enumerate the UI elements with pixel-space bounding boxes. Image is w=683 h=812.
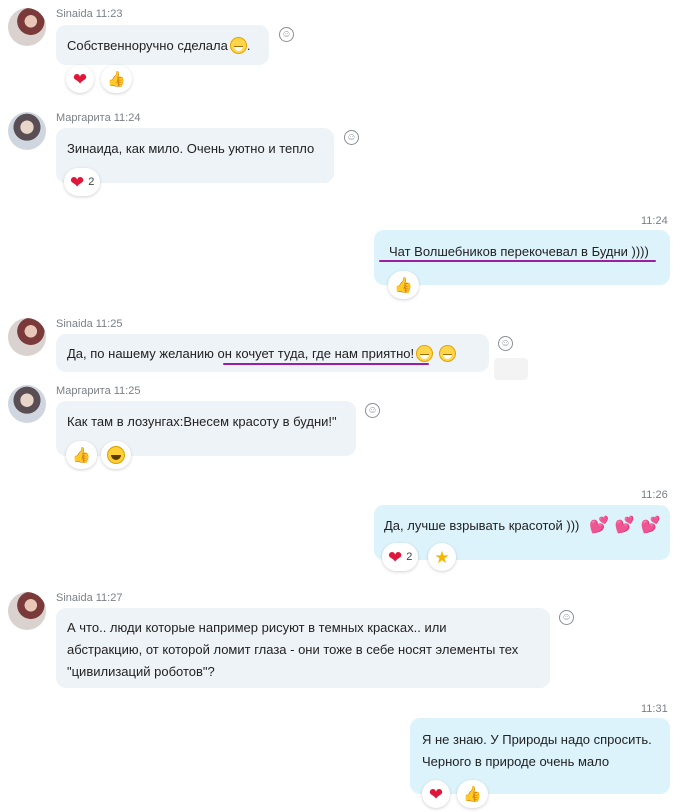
reaction-count: 2 — [88, 176, 95, 188]
two-hearts-icon: 💕💕💕 — [589, 517, 667, 534]
add-reaction-icon[interactable]: ☺ — [365, 403, 380, 418]
thumbs-up-icon: 👍 — [394, 276, 413, 294]
thumbs-up-icon: 👍 — [107, 70, 126, 88]
message-bubble-outgoing[interactable]: Я не знаю. У Природы надо спросить. Черн… — [410, 718, 670, 794]
message-text-suffix: . — [246, 38, 251, 53]
reaction-thumbs-up[interactable]: 👍 — [457, 780, 488, 808]
message-meta: Маргарита 11:25 — [56, 385, 141, 397]
grinning-emoji-icon — [416, 345, 434, 362]
heart-icon: ❤ — [70, 172, 85, 192]
laughing-emoji-icon — [107, 446, 125, 464]
reaction-heart[interactable]: ❤ 2 — [382, 543, 419, 571]
reaction-thumbs-up[interactable]: 👍 — [388, 271, 419, 299]
avatar-sinaida[interactable] — [8, 592, 46, 630]
message-bubble-outgoing[interactable]: Да, лучше взрывать красотой ))) 💕💕💕 — [374, 505, 670, 560]
message-bubble[interactable]: Да, по нашему желанию он кочует туда, гд… — [56, 334, 489, 372]
message-text-line: Черного в природе очень мало — [422, 754, 610, 769]
underline-mark — [223, 363, 429, 365]
thumbs-up-icon: 👍 — [72, 446, 91, 464]
message-bubble[interactable]: А что.. люди которые например рисуют в т… — [56, 608, 550, 688]
grinning-emoji-icon — [439, 345, 457, 362]
message-time: 11:31 — [641, 703, 668, 715]
message-meta: Sinaida 11:23 — [56, 8, 123, 20]
reaction-count: 2 — [406, 551, 413, 563]
message-text: Как там в лозунгах:Внесем красоту в будн… — [67, 414, 337, 429]
message-meta: Маргарита 11:24 — [56, 112, 141, 124]
message-meta: Sinaida 11:25 — [56, 318, 123, 330]
message-text: Да, по нашему желанию — [67, 346, 218, 361]
avatar-sinaida[interactable] — [8, 318, 46, 356]
message-text: Да, лучше взрывать красотой ))) — [384, 518, 580, 533]
message-text: Чат Волшебников перекочевал в Будни )))) — [389, 244, 649, 259]
reaction-heart[interactable]: ❤ — [66, 65, 94, 93]
add-reaction-icon[interactable]: ☺ — [344, 130, 359, 145]
reaction-heart[interactable]: ❤ 2 — [64, 168, 101, 196]
message-text: Зинаида, как мило. Очень уютно и тепло — [67, 141, 315, 156]
reaction-thumbs-up[interactable]: 👍 — [66, 441, 97, 469]
add-reaction-icon[interactable]: ☺ — [559, 610, 574, 625]
avatar-margarita[interactable] — [8, 385, 46, 423]
message-text-underlined: он кочует туда, где нам приятно! — [217, 346, 415, 361]
star-icon: ★ — [434, 547, 450, 567]
reaction-heart[interactable]: ❤ — [422, 780, 450, 808]
underline-mark — [379, 260, 656, 262]
heart-icon: ❤ — [388, 547, 403, 567]
reaction-star[interactable]: ★ — [428, 543, 456, 571]
message-time: 11:26 — [641, 489, 668, 501]
blurred-preview — [494, 358, 528, 380]
add-reaction-icon[interactable]: ☺ — [279, 27, 294, 42]
grinning-emoji-icon — [229, 37, 247, 54]
reaction-thumbs-up[interactable]: 👍 — [101, 65, 132, 93]
message-time: 11:24 — [641, 215, 668, 227]
message-text-line: "цивилизаций роботов"? — [67, 664, 215, 679]
heart-icon: ❤ — [428, 784, 444, 804]
thumbs-up-icon: 👍 — [463, 785, 482, 803]
heart-icon: ❤ — [72, 69, 88, 89]
message-meta: Sinaida 11:27 — [56, 592, 123, 604]
reaction-laughing[interactable] — [101, 441, 131, 469]
message-text-line: Я не знаю. У Природы надо спросить. — [422, 732, 652, 747]
avatar-margarita[interactable] — [8, 112, 46, 150]
message-bubble[interactable]: Собственноручно сделала. — [56, 25, 269, 65]
message-text-line: А что.. люди которые например рисуют в т… — [67, 620, 447, 635]
message-bubble[interactable]: Как там в лозунгах:Внесем красоту в будн… — [56, 401, 356, 456]
message-bubble-outgoing[interactable]: Чат Волшебников перекочевал в Будни )))) — [374, 230, 670, 285]
message-text: Собственноручно сделала — [67, 38, 228, 53]
add-reaction-icon[interactable]: ☺ — [498, 336, 513, 351]
avatar-sinaida[interactable] — [8, 8, 46, 46]
message-text-line: абстракцию, от которой ломит глаза - они… — [67, 642, 519, 657]
